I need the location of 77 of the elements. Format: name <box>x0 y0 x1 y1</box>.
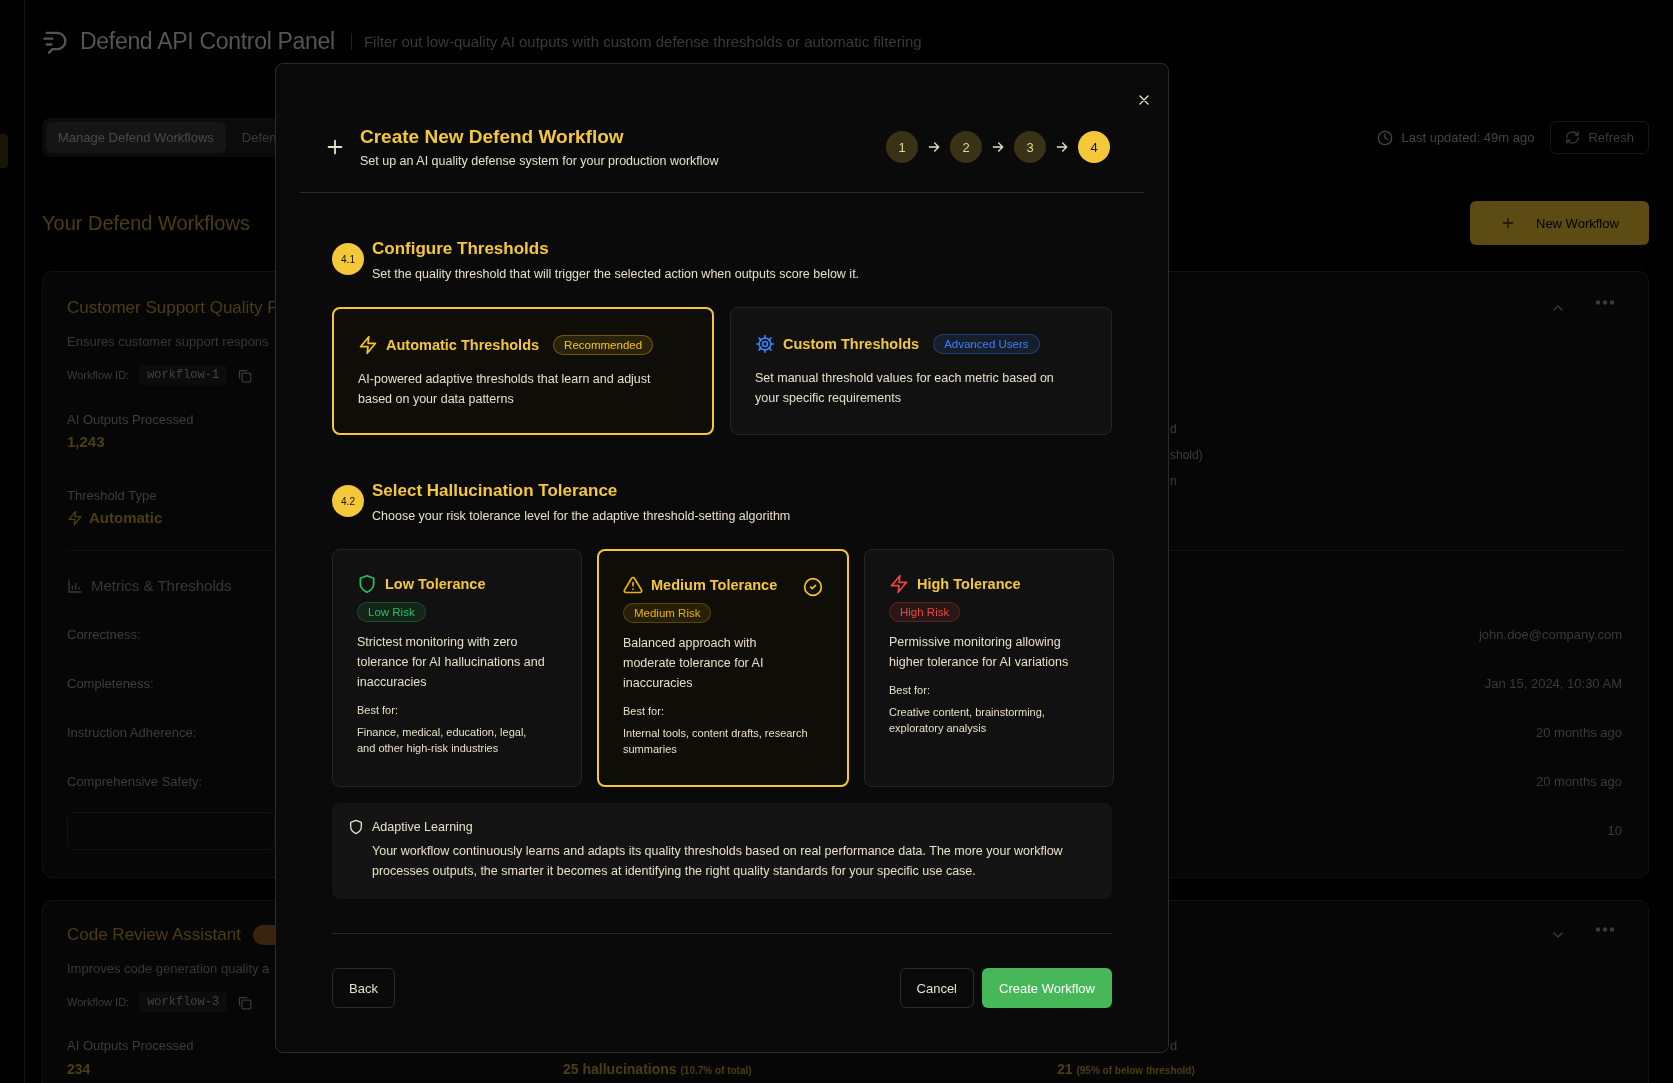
copy-button[interactable] <box>237 367 253 383</box>
option-title: Medium Tolerance <box>651 577 778 593</box>
arrow-icon <box>926 139 942 155</box>
risk-badge: Medium Risk <box>623 603 712 623</box>
lightning-icon <box>889 574 909 594</box>
more-icon <box>1596 300 1614 305</box>
section-number: 4.2 <box>332 485 364 517</box>
option-badge: Recommended <box>553 335 654 355</box>
best-for-label: Best for: <box>889 684 931 696</box>
info-title: Adaptive Learning <box>372 820 473 834</box>
more-icon <box>1596 927 1614 932</box>
copy-icon <box>237 367 253 383</box>
section-title: Configure Thresholds <box>372 239 550 259</box>
best-for-text: Finance, medical, education, legal, and other high-risk industries <box>357 725 528 756</box>
step-indicator: 1 <box>886 131 918 163</box>
warning-icon <box>623 575 643 595</box>
check-circle-icon <box>803 577 823 597</box>
app-subtitle: Filter out low-quality AI outputs with custom defense thresholds or automatic filtering <box>350 32 922 50</box>
tolerance-option-card[interactable]: Medium Tolerance Medium Risk Balanced approach with moderate tolerance for AI inaccuracies Best for: Internal tools, content drafts, research summaries <box>597 549 849 787</box>
app-title: Defend API Control Panel <box>80 27 335 55</box>
threshold-option-card[interactable]: Custom Thresholds Advanced Users Set manual threshold values for each metric based on your specific requirements <box>730 307 1112 435</box>
option-title: Low Tolerance <box>385 576 486 592</box>
best-for-label: Best for: <box>357 704 399 716</box>
bolt-icon <box>67 509 83 526</box>
plus-icon <box>1500 215 1516 231</box>
threshold-option-card[interactable]: Automatic Thresholds Recommended AI-powered adaptive thresholds that learn and adjust based on your data patterns <box>332 307 714 435</box>
option-badge: Advanced Users <box>933 334 1040 354</box>
copy-icon <box>237 994 253 1010</box>
back-button[interactable]: Back <box>332 968 395 1008</box>
step-indicator: 3 <box>1014 131 1046 163</box>
arrow-icon <box>990 139 1006 155</box>
refresh-icon <box>1565 130 1581 145</box>
shield-icon <box>357 574 377 594</box>
section-description: Set the quality threshold that will trigger the selected action when outputs score below it. <box>372 267 860 281</box>
option-description: Balanced approach with moderate tolerance for AI inaccuracies <box>623 635 765 692</box>
best-for-text: Creative content, brainstorming, exploratory analysis <box>889 705 1046 736</box>
option-title: High Tolerance <box>917 576 1021 592</box>
option-description: AI-powered adaptive thresholds that learn and adjust based on your data patterns <box>358 371 652 408</box>
option-description: Set manual threshold values for each metric based on your specific requirements <box>755 370 1055 407</box>
workflow-id: workflow-1 <box>139 365 228 385</box>
option-description: Strictest monitoring with zero tolerance for AI hallucinations and inaccuracies <box>357 634 545 691</box>
risk-badge: Low Risk <box>357 602 426 622</box>
threshold-field[interactable] <box>67 811 275 850</box>
option-title: Automatic Thresholds <box>386 337 540 353</box>
gear-icon <box>755 334 775 354</box>
tolerance-option-card[interactable]: Low Tolerance Low Risk Strictest monitoring with zero tolerance for AI hallucinations and inaccuracies Best for: Finance, medical, education, legal, and other high-risk industries <box>332 549 582 787</box>
workflow-name: Code Review Assistant <box>67 925 241 945</box>
section-title: Your Defend Workflows <box>42 211 250 235</box>
section-title: Select Hallucination Tolerance <box>372 481 619 501</box>
last-updated: Last updated: 49m ago <box>1401 130 1535 145</box>
option-title: Custom Thresholds <box>783 336 920 352</box>
best-for-label: Best for: <box>623 705 665 717</box>
section-description: Choose your risk tolerance level for the adaptive threshold-setting algorithm <box>372 509 791 523</box>
cancel-button[interactable]: Cancel <box>899 968 974 1008</box>
risk-badge: High Risk <box>889 602 961 622</box>
modal-subtitle: Set up an AI quality defense system for your production workflow <box>360 154 719 168</box>
improved-value: 21 (95% of below threshold) <box>1057 1062 1195 1078</box>
option-description: Permissive monitoring allowing higher tolerance for AI variations <box>889 634 1070 671</box>
step-indicator: 4 <box>1078 131 1110 163</box>
tolerance-option-card[interactable]: High Tolerance High Risk Permissive monitoring allowing higher tolerance for AI variations Best for: Creative content, brainstorming, exploratory analysis <box>864 549 1114 787</box>
workflow-id: workflow-3 <box>139 992 228 1012</box>
modal-title: Create New Defend Workflow <box>360 126 625 148</box>
step-indicator: 2 <box>950 131 982 163</box>
copy-button[interactable] <box>237 994 253 1010</box>
stat-value: 1,243 <box>67 433 106 450</box>
best-for-text: Internal tools, content drafts, research summaries <box>623 726 809 757</box>
sidebar-handle[interactable] <box>0 134 8 168</box>
shield-icon <box>348 819 364 835</box>
section-number: 4.1 <box>332 243 364 275</box>
threshold-type: Automatic <box>89 509 163 526</box>
arrow-icon <box>1054 139 1070 155</box>
bar-chart-icon <box>67 577 83 594</box>
below-threshold-value: 25 hallucinations (10.7% of total) <box>563 1062 753 1078</box>
lightning-icon <box>358 335 378 355</box>
stat-value: 234 <box>67 1062 92 1078</box>
clock-icon <box>1377 129 1394 146</box>
info-text: Your workflow continuously learns and adapts its quality thresholds based on real performance data. The more your workflow processes outputs, the smarter it becomes at identifying the right quality standards for your specific use case. <box>372 843 1064 880</box>
